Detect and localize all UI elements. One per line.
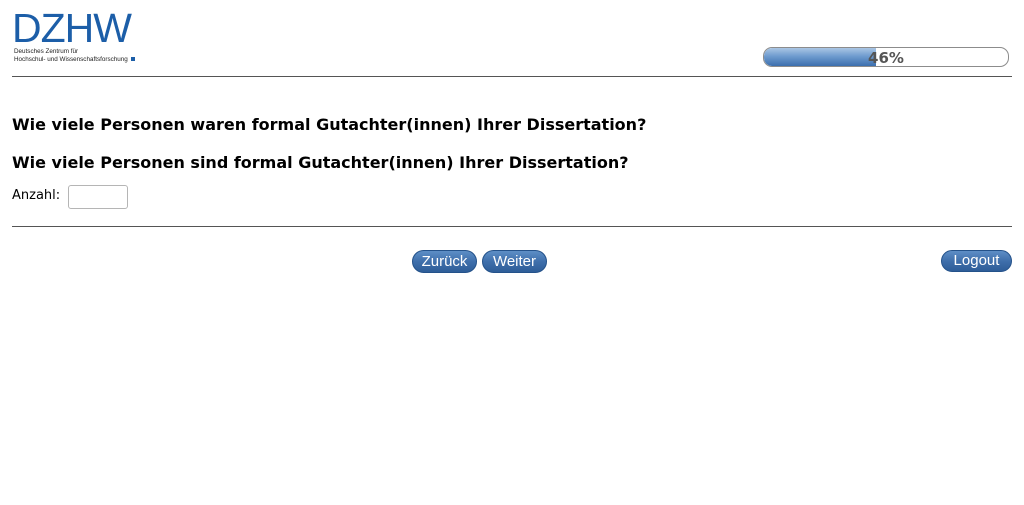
question-previous-text: Wie viele Personen waren formal Gutachte…	[12, 115, 647, 134]
footer-divider	[12, 226, 1012, 227]
survey-page: DZHW Deutsches Zentrum für Hochschul- un…	[0, 0, 1024, 505]
logo-square-icon	[130, 57, 135, 62]
logout-button[interactable]: Logout	[941, 250, 1012, 272]
logo-subtitle-line2: Hochschul- und Wissenschaftsforschung	[14, 56, 128, 63]
question-current-text: Wie viele Personen sind formal Gutachter…	[12, 153, 629, 172]
logo-subtitle-line2-wrap: Hochschul- und Wissenschaftsforschung	[14, 56, 135, 64]
count-input[interactable]	[68, 185, 128, 209]
dzhw-logo: DZHW Deutsches Zentrum für Hochschul- un…	[12, 8, 144, 68]
logo-subtitle: Deutsches Zentrum für Hochschul- und Wis…	[14, 48, 135, 64]
answer-label: Anzahl:	[12, 188, 61, 203]
back-button[interactable]: Zurück	[412, 250, 477, 273]
progress-label: 46%	[868, 49, 904, 67]
progress-bar: 46%	[763, 47, 1009, 67]
header-divider	[12, 76, 1012, 77]
logo-wordmark: DZHW	[12, 5, 132, 51]
next-button[interactable]: Weiter	[482, 250, 547, 273]
logo-subtitle-line1: Deutsches Zentrum für	[14, 48, 79, 55]
